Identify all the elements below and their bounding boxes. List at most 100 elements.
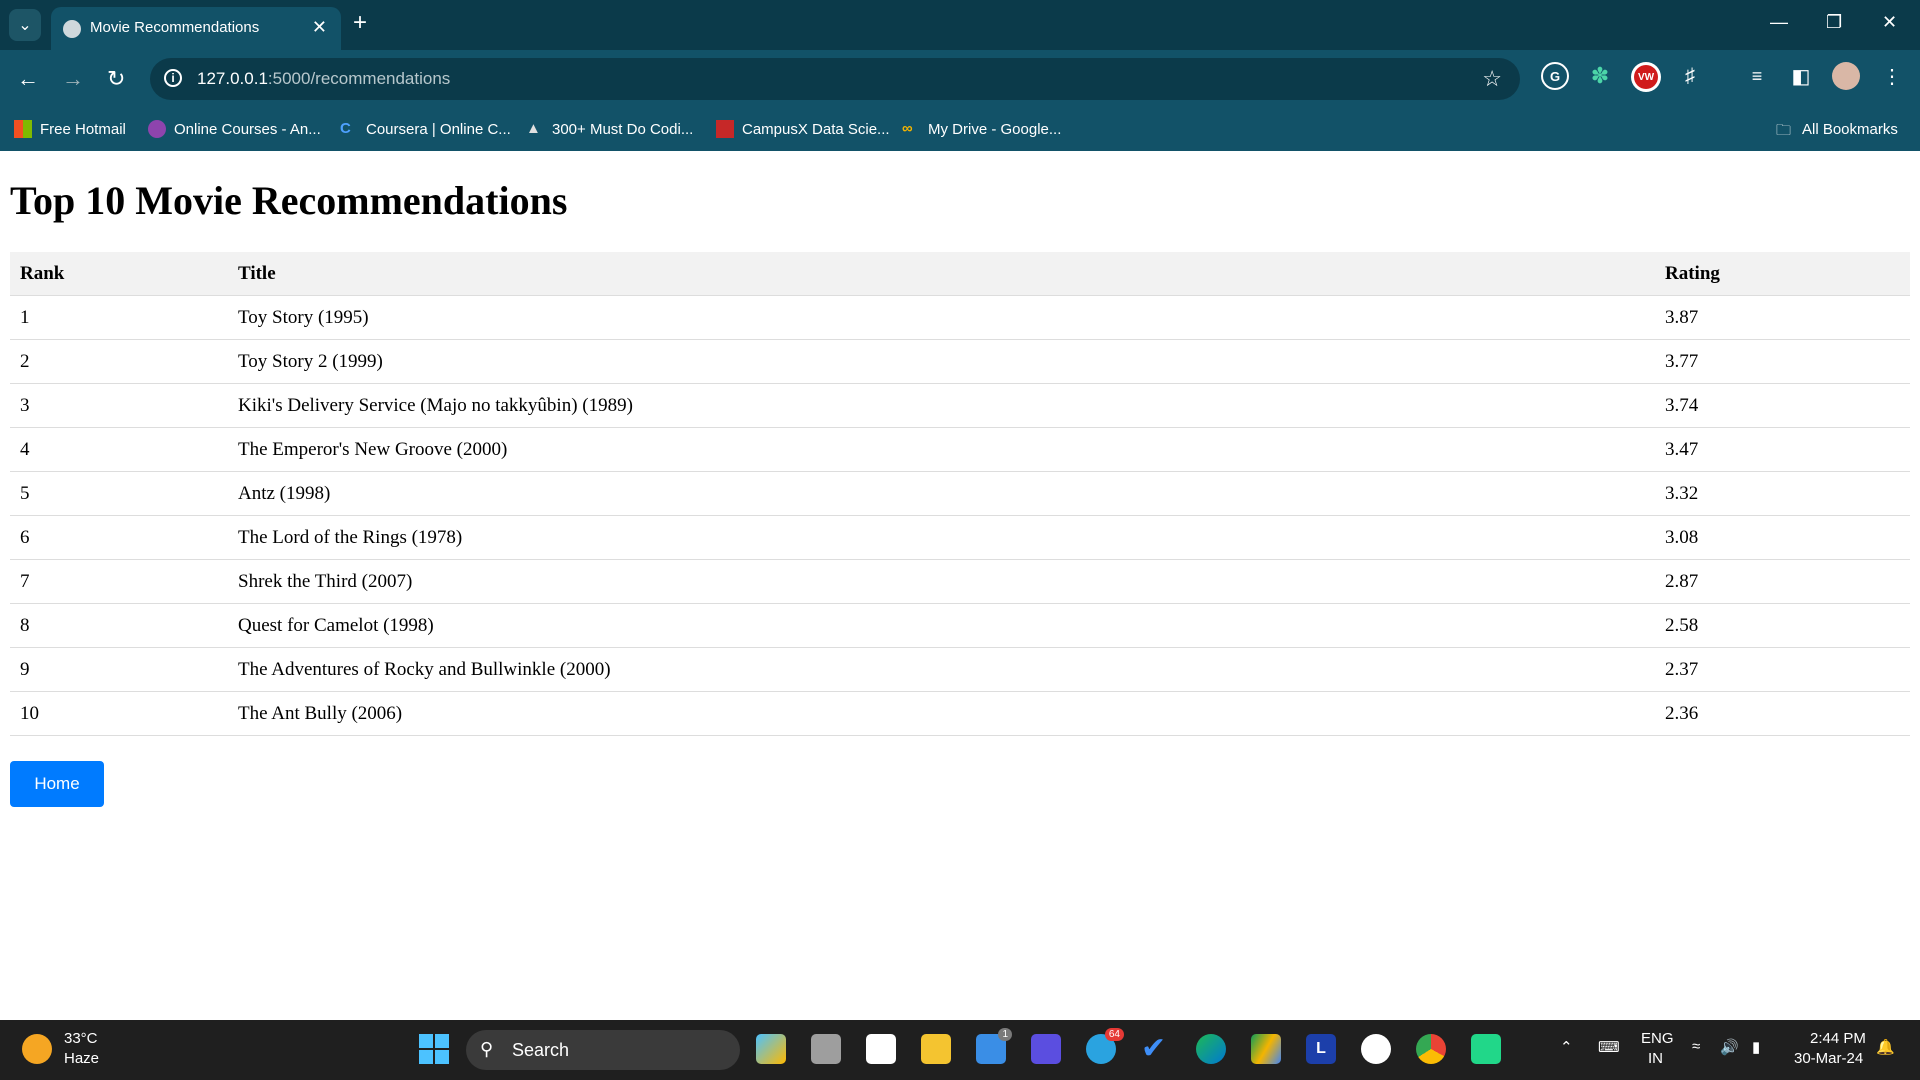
weather-temperature[interactable]: 33°C	[64, 1030, 98, 1047]
bookmark-label: Free Hotmail	[40, 120, 126, 138]
bookmark-star-icon[interactable]: ☆	[1482, 66, 1502, 92]
bookmark-coursera[interactable]: C Coursera | Online C...	[340, 120, 511, 138]
tray-overflow-chevron-icon[interactable]: ⌃	[1560, 1038, 1573, 1056]
weather-condition[interactable]: Haze	[64, 1050, 99, 1067]
menu-kebab-icon[interactable]: ⋮	[1878, 62, 1906, 90]
rating-cell: 3.08	[1655, 515, 1910, 560]
title-cell: The Emperor's New Groove (2000)	[228, 427, 1655, 472]
recommendations-table: Rank Title Rating 1 Toy Story (1995) 3.8…	[10, 252, 1910, 736]
notification-bell-icon[interactable]: 🔔	[1876, 1038, 1895, 1056]
rank-cell: 8	[10, 603, 228, 648]
chrome-icon[interactable]	[1416, 1034, 1446, 1064]
table-row: 9 The Adventures of Rocky and Bullwinkle…	[10, 647, 1910, 692]
bookmark-online-courses[interactable]: Online Courses - An...	[148, 120, 321, 138]
rating-cell: 2.58	[1655, 603, 1910, 648]
title-cell: The Adventures of Rocky and Bullwinkle (…	[228, 647, 1655, 692]
table-row: 1 Toy Story (1995) 3.87	[10, 295, 1910, 340]
new-tab-button[interactable]: +	[353, 11, 367, 35]
search-icon: ⚲	[480, 1039, 494, 1059]
rank-cell: 7	[10, 559, 228, 604]
rating-cell: 2.87	[1655, 559, 1910, 604]
reload-button[interactable]: ↻	[107, 66, 125, 92]
extensions-puzzle-icon[interactable]: ♯	[1676, 62, 1704, 90]
todo-check-icon[interactable]: ✔	[1141, 1034, 1171, 1064]
bookmark-free-hotmail[interactable]: Free Hotmail	[14, 120, 126, 138]
keyboard-icon[interactable]: ⌨	[1598, 1038, 1620, 1056]
page-content: Top 10 Movie Recommendations Rank Title …	[0, 151, 1920, 1020]
forward-button[interactable]: →	[62, 66, 84, 92]
file-explorer-icon[interactable]	[921, 1034, 951, 1064]
pycharm-icon[interactable]	[1471, 1034, 1501, 1064]
home-button[interactable]: Home	[10, 761, 104, 807]
rank-cell: 2	[10, 339, 228, 384]
table-row: 2 Toy Story 2 (1999) 3.77	[10, 339, 1910, 384]
clock-time[interactable]: 2:44 PM	[1810, 1030, 1866, 1047]
volume-icon[interactable]: 🔊	[1720, 1038, 1739, 1056]
tab-search-button[interactable]: ⌄	[9, 9, 41, 41]
table-row: 8 Quest for Camelot (1998) 2.58	[10, 603, 1910, 648]
table-row: 6 The Lord of the Rings (1978) 3.08	[10, 515, 1910, 560]
taskbar-search-box[interactable]: ⚲ Search	[466, 1030, 740, 1070]
active-tab[interactable]: Movie Recommendations ✕	[51, 7, 341, 50]
task-view-icon[interactable]	[811, 1034, 841, 1064]
bookmark-my-drive[interactable]: ∞ My Drive - Google...	[902, 120, 1061, 138]
bookmark-campusx[interactable]: CampusX Data Scie...	[716, 120, 890, 138]
bookmark-label: CampusX Data Scie...	[742, 120, 890, 138]
bookmark-label: Online Courses - An...	[174, 120, 321, 138]
taskbar-search-label: Search	[512, 1040, 570, 1060]
telegram-icon[interactable]: 64	[1086, 1028, 1124, 1064]
mail-badge: 1	[998, 1028, 1012, 1041]
browser-toolbar: ← → ↻ i 127.0.0.1:5000/recommendations ☆…	[0, 50, 1920, 108]
side-panel-icon[interactable]: ◧	[1787, 62, 1815, 90]
windows-start-icon[interactable]	[419, 1034, 449, 1064]
address-bar[interactable]: i 127.0.0.1:5000/recommendations ☆	[150, 58, 1520, 100]
column-header-title: Title	[228, 252, 1655, 296]
course-site-icon	[148, 120, 166, 138]
google-drive-icon[interactable]	[1251, 1034, 1281, 1064]
reading-list-icon[interactable]: ≡	[1743, 62, 1771, 90]
github-icon[interactable]	[1361, 1034, 1391, 1064]
column-header-rating: Rating	[1655, 252, 1910, 296]
globe-icon	[63, 20, 81, 38]
teams-icon[interactable]	[1031, 1034, 1061, 1064]
browser-tab-bar: ⌄ Movie Recommendations ✕ + — ❐ ✕	[0, 0, 1920, 50]
vw-extension-icon[interactable]: VW	[1631, 62, 1661, 92]
windows-taskbar: 33°C Haze ⚲ Search 1 64 ✔ L ⌃ ⌨ ENG IN ≈…	[0, 1020, 1920, 1080]
copilot-icon[interactable]	[756, 1034, 786, 1064]
campusx-icon	[716, 120, 734, 138]
launcher-l-icon[interactable]: L	[1306, 1034, 1336, 1064]
close-window-button[interactable]: ✕	[1882, 12, 1897, 33]
language-top[interactable]: ENG	[1641, 1030, 1674, 1047]
battery-icon[interactable]: ▮	[1752, 1038, 1760, 1056]
clock-date[interactable]: 30-Mar-24	[1794, 1050, 1863, 1067]
language-bottom[interactable]: IN	[1648, 1050, 1663, 1067]
table-row: 3 Kiki's Delivery Service (Majo no takky…	[10, 383, 1910, 428]
title-cell: Quest for Camelot (1998)	[228, 603, 1655, 648]
site-info-icon[interactable]: i	[164, 69, 182, 87]
title-cell: Kiki's Delivery Service (Majo no takkyûb…	[228, 383, 1655, 428]
mail-icon[interactable]: 1	[976, 1028, 1012, 1064]
edge-icon[interactable]	[1196, 1034, 1226, 1064]
restore-button[interactable]: ❐	[1826, 12, 1842, 33]
grammarly-icon[interactable]: G	[1541, 62, 1569, 90]
rating-cell: 3.74	[1655, 383, 1910, 428]
infinity-icon: ∞	[902, 120, 913, 137]
title-cell: The Lord of the Rings (1978)	[228, 515, 1655, 560]
bookmark-label: My Drive - Google...	[928, 120, 1062, 138]
wifi-icon[interactable]: ≈	[1692, 1038, 1700, 1055]
vw-badge: VW	[1634, 65, 1658, 89]
microsoft-store-icon[interactable]	[866, 1034, 896, 1064]
all-bookmarks-button[interactable]: 🗀 All Bookmarks	[1776, 120, 1898, 140]
weather-sun-haze-icon[interactable]	[22, 1034, 52, 1064]
table-row: 7 Shrek the Third (2007) 2.87	[10, 559, 1910, 604]
profile-avatar[interactable]	[1832, 62, 1860, 90]
minimize-button[interactable]: —	[1770, 12, 1788, 33]
rank-cell: 4	[10, 427, 228, 472]
microsoft-icon	[14, 120, 32, 138]
close-tab-icon[interactable]: ✕	[312, 17, 327, 38]
table-row: 5 Antz (1998) 3.32	[10, 471, 1910, 516]
back-button[interactable]: ←	[17, 66, 39, 92]
rank-cell: 9	[10, 647, 228, 692]
chatgpt-icon[interactable]: ✽	[1586, 62, 1614, 90]
bookmark-must-do-coding[interactable]: ▲ 300+ Must Do Codi...	[526, 120, 693, 138]
